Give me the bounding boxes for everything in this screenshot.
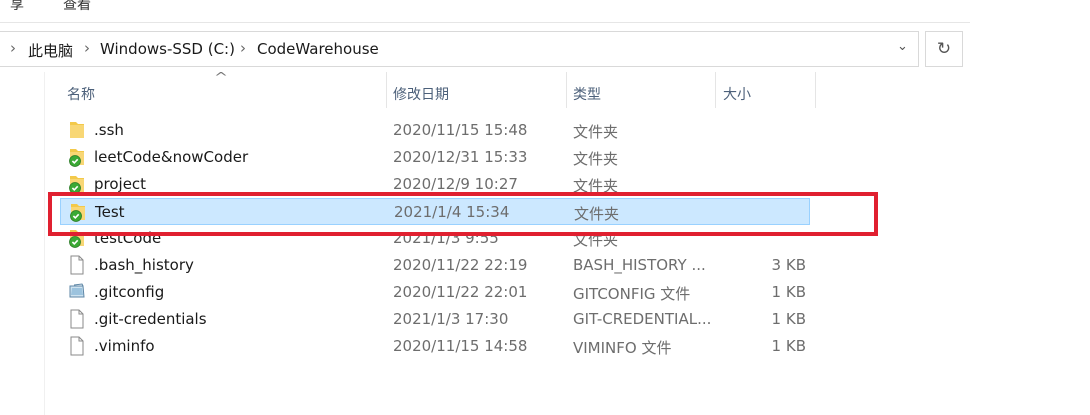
file-icon xyxy=(68,255,86,275)
breadcrumb-drive[interactable]: Windows-SSD (C:) xyxy=(100,40,235,58)
file-name: .gitconfig xyxy=(94,283,165,301)
file-size: 3 KB xyxy=(771,256,806,274)
file-type: VIMINFO 文件 xyxy=(573,339,672,357)
file-modified-date: 2020/12/9 10:27 xyxy=(393,175,518,193)
file-modified-date: 2020/11/15 15:48 xyxy=(393,121,528,139)
file-row[interactable]: .bash_history 2020/11/22 22:19 BASH_HISTOR… xyxy=(60,252,810,279)
file-name: .bash_history xyxy=(94,256,194,274)
file-size: 1 KB xyxy=(771,337,806,355)
file-name: project xyxy=(94,175,147,193)
file-row-selected[interactable]: Test 2021/1/4 15:34 文件夹 xyxy=(60,198,810,225)
config-file-icon xyxy=(68,282,86,302)
file-icon xyxy=(68,336,86,356)
sort-ascending-icon: ^ xyxy=(213,70,229,84)
git-folder-icon xyxy=(68,147,86,167)
column-divider[interactable] xyxy=(386,72,387,108)
refresh-icon: ↻ xyxy=(936,39,952,59)
file-row[interactable]: .ssh 2020/11/15 15:48 文件夹 xyxy=(60,117,810,144)
file-name: .viminfo xyxy=(94,337,155,355)
file-row[interactable]: project 2020/12/9 10:27 文件夹 xyxy=(60,171,810,198)
column-header-modified[interactable]: 修改日期 xyxy=(393,84,449,104)
file-name: leetCode&nowCoder xyxy=(94,148,249,166)
file-modified-date: 2020/12/31 15:33 xyxy=(393,148,528,166)
file-size: 1 KB xyxy=(771,283,806,301)
file-row[interactable]: .viminfo 2020/11/15 14:58 VIMINFO 文件 1 KB xyxy=(60,333,810,360)
file-modified-date: 2020/11/22 22:01 xyxy=(393,283,528,301)
breadcrumb-codewarehouse[interactable]: CodeWarehouse xyxy=(257,40,379,58)
file-row[interactable]: testCode 2021/1/3 9:55 文件夹 xyxy=(60,225,810,252)
file-type: 文件夹 xyxy=(573,150,619,168)
file-name: .ssh xyxy=(94,121,124,139)
folder-icon xyxy=(68,120,86,140)
file-row[interactable]: leetCode&nowCoder 2020/12/31 15:33 文件夹 xyxy=(60,144,810,171)
column-divider[interactable] xyxy=(566,72,567,108)
column-header-size[interactable]: 大小 xyxy=(723,84,751,104)
address-dropdown-icon[interactable]: ⌄ xyxy=(897,39,908,54)
file-type: 文件夹 xyxy=(574,205,620,223)
git-folder-icon xyxy=(69,202,87,222)
file-modified-date: 2020/11/15 14:58 xyxy=(393,337,528,355)
tab-view[interactable]: 查看 xyxy=(63,0,91,14)
file-name: Test xyxy=(95,203,125,221)
file-type: BASH_HISTORY ... xyxy=(573,256,706,274)
column-header-type[interactable]: 类型 xyxy=(573,84,601,104)
column-divider[interactable] xyxy=(715,72,716,108)
navigation-pane-border xyxy=(44,72,45,415)
tab-share[interactable]: 享 xyxy=(10,0,24,14)
refresh-button[interactable]: ↻ xyxy=(925,31,963,67)
file-type: 文件夹 xyxy=(573,123,619,141)
git-folder-icon xyxy=(68,228,86,248)
file-type: GITCONFIG 文件 xyxy=(573,285,691,303)
file-type: 文件夹 xyxy=(573,177,619,195)
breadcrumb-separator-icon[interactable]: › xyxy=(84,39,90,57)
file-type: 文件夹 xyxy=(573,231,619,249)
column-header-name[interactable]: 名称 xyxy=(67,84,95,104)
breadcrumb-separator-icon[interactable]: › xyxy=(240,39,246,57)
file-modified-date: 2021/1/3 9:55 xyxy=(393,229,499,247)
ribbon-divider xyxy=(0,22,970,23)
file-row[interactable]: .git-credentials 2021/1/3 17:30 GIT-CREDEN… xyxy=(60,306,810,333)
file-row[interactable]: .gitconfig 2020/11/22 22:01 GITCONFIG 文件 1 … xyxy=(60,279,810,306)
column-divider[interactable] xyxy=(815,72,816,108)
file-name: .git-credentials xyxy=(94,310,207,328)
file-icon xyxy=(68,309,86,329)
breadcrumb-this-pc[interactable]: 此电脑 xyxy=(28,40,73,61)
file-size: 1 KB xyxy=(771,310,806,328)
ribbon-tabs: 享 查看 xyxy=(0,0,1090,20)
breadcrumb-separator-icon[interactable]: › xyxy=(10,39,16,57)
file-type: GIT-CREDENTIAL... xyxy=(573,310,712,328)
file-modified-date: 2021/1/4 15:34 xyxy=(394,203,510,221)
file-name: testCode xyxy=(94,229,162,247)
file-modified-date: 2021/1/3 17:30 xyxy=(393,310,509,328)
git-folder-icon xyxy=(68,174,86,194)
file-modified-date: 2020/11/22 22:19 xyxy=(393,256,528,274)
